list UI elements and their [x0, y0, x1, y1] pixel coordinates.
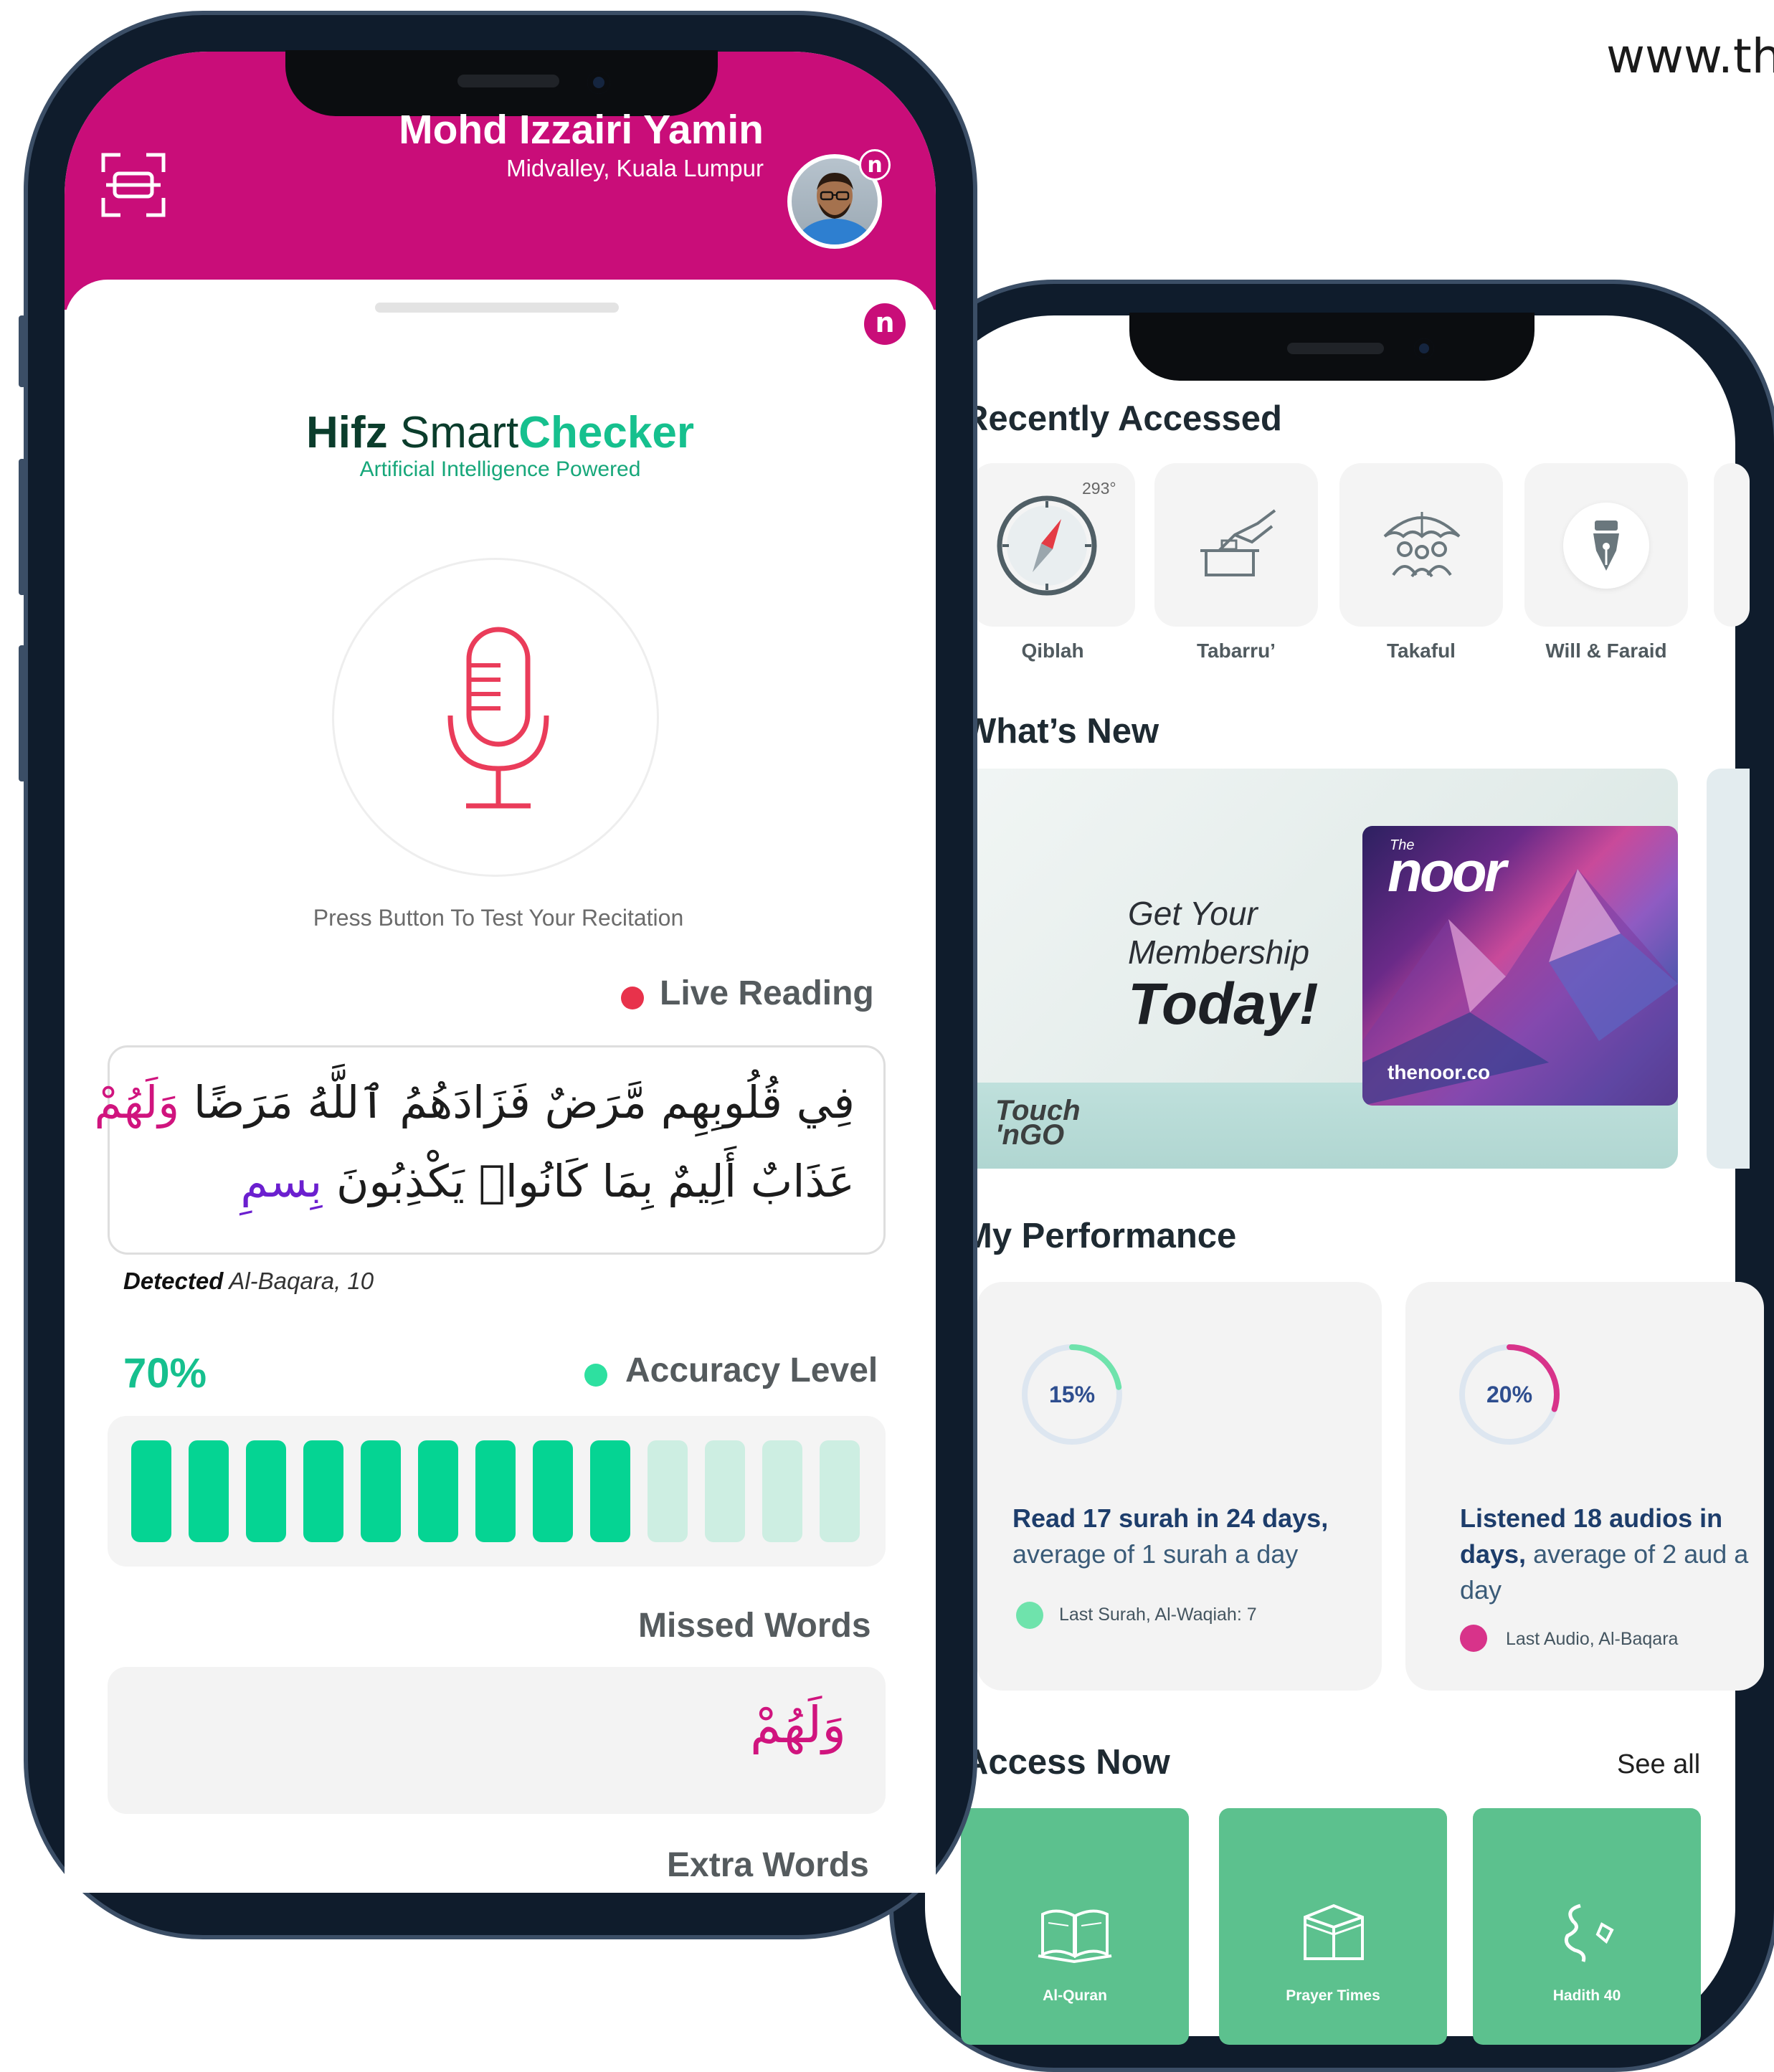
accuracy-bar: [246, 1440, 286, 1542]
listening-percent: 20%: [1486, 1382, 1533, 1407]
reading-summary: Read 17 surah in 24 days, average of 1 s…: [1012, 1503, 1329, 1569]
accuracy-bar: [131, 1440, 171, 1542]
recent-tile-tabarru[interactable]: [1154, 463, 1318, 627]
missed-words-box: وَلَهُمْ: [108, 1667, 886, 1814]
listening-status-dot: [1460, 1625, 1487, 1652]
recent-tile-next[interactable]: [1714, 463, 1750, 627]
recent-label-will-faraid: Will & Faraid: [1545, 640, 1667, 662]
recent-label-takaful: Takaful: [1387, 640, 1456, 662]
back-phone-camera: [1414, 338, 1434, 358]
card-logo: noor: [1388, 840, 1507, 903]
whats-new-title: What’s New: [963, 712, 1159, 751]
accuracy-bar: [418, 1440, 458, 1542]
accuracy-bar: [762, 1440, 802, 1542]
last-audio: Last Audio, Al-Baqara: [1506, 1629, 1679, 1649]
access-now-title: Access Now: [963, 1743, 1170, 1782]
recent-tile-qiblah[interactable]: 293°: [972, 463, 1135, 627]
mic-prompt: Press Button To Test Your Recitation: [313, 905, 684, 931]
front-phone-speaker: [457, 75, 559, 87]
arabic-calligraphy-icon: [1564, 1904, 1614, 1962]
performance-card-reading[interactable]: 15% Read 17 surah in 24 days, average of…: [977, 1282, 1382, 1691]
app-title: Hifz SmartChecker: [306, 408, 694, 457]
avatar-badge: n: [859, 149, 891, 181]
missed-words-label: Missed Words: [638, 1607, 871, 1645]
recent-label-tabarru: Tabarru’: [1197, 640, 1276, 662]
membership-banner[interactable]: Get Your Membership Today! Touch 'nGO Th…: [925, 769, 1678, 1169]
noor-logo-icon: n: [864, 303, 906, 345]
accuracy-meter: [108, 1416, 886, 1567]
back-phone-speaker: [1287, 343, 1384, 354]
umbrella-family-icon: [1383, 512, 1461, 578]
accuracy-bar: [533, 1440, 573, 1542]
user-location: Midvalley, Kuala Lumpur: [506, 155, 764, 181]
app-subtitle: Artificial Intelligence Powered: [359, 457, 641, 481]
recently-accessed-title: Recently Accessed: [963, 399, 1282, 438]
accuracy-bar: [705, 1440, 745, 1542]
live-indicator-dot: [621, 987, 644, 1009]
accuracy-label: Accuracy Level: [625, 1351, 878, 1389]
last-surah: Last Surah, Al-Waqiah: 7: [1059, 1605, 1257, 1625]
accuracy-bar: [361, 1440, 401, 1542]
banner-line-3: Today!: [1128, 971, 1319, 1037]
access-label-al-quran: Al-Quran: [1043, 1987, 1107, 2004]
see-all-link[interactable]: See all: [1617, 1749, 1700, 1780]
compass-icon: [997, 495, 1097, 596]
accuracy-percent: 70%: [123, 1350, 207, 1397]
kaaba-icon: [1304, 1904, 1364, 1960]
my-performance-title: My Performance: [963, 1217, 1237, 1255]
donation-hand-icon: [1200, 509, 1276, 576]
watermark-url: www.the: [1606, 29, 1774, 84]
live-reading-box: فِي قُلُوبِهِم مَّرَضٌ فَزَادَهُمُ ٱللَّ…: [95, 1045, 886, 1255]
noor-membership-card: The noor thenoor.co: [1362, 826, 1678, 1106]
phone-button-mute: [19, 315, 26, 387]
live-reading-label: Live Reading: [660, 974, 874, 1012]
listening-summary: Listened 18 audios in days, average of 2…: [1460, 1503, 1749, 1605]
pen-nib-icon: [1593, 521, 1619, 571]
accuracy-bar: [303, 1440, 343, 1542]
accuracy-dot: [584, 1364, 607, 1387]
card-url: thenoor.co: [1388, 1061, 1491, 1083]
touch-n-go-logo: Touch 'nGO: [995, 1095, 1081, 1151]
banner-line-1: Get Your Membership: [1128, 895, 1310, 971]
access-tile-al-quran[interactable]: Al-Quran: [961, 1808, 1189, 2045]
sheet-grabber[interactable]: [375, 303, 619, 313]
scan-icon[interactable]: [100, 152, 166, 218]
reading-percent: 15%: [1048, 1382, 1096, 1407]
microphone-icon: [447, 627, 549, 809]
next-banner-peek[interactable]: [1707, 769, 1750, 1169]
recent-tile-takaful[interactable]: [1339, 463, 1503, 627]
performance-card-listening[interactable]: 20% Listened 18 audios in days, average …: [1405, 1282, 1764, 1691]
recent-label-qiblah: Qiblah: [1021, 640, 1084, 662]
accuracy-bar: [648, 1440, 688, 1542]
access-label-prayer-times: Prayer Times: [1286, 1987, 1380, 2004]
verse-line-2: عَذَابٌ أَلِيمٌ بِمَا كَانُوا۟ يَكْذِبُو…: [240, 1155, 855, 1207]
accuracy-bar: [590, 1440, 630, 1542]
access-tile-prayer-times[interactable]: Prayer Times: [1219, 1808, 1447, 2045]
front-phone-camera: [587, 71, 610, 94]
missed-word: وَلَهُمْ: [750, 1696, 846, 1754]
accuracy-bar: [475, 1440, 516, 1542]
access-tile-hadith-40[interactable]: Hadith 40: [1473, 1808, 1701, 2045]
reading-status-dot: [1016, 1602, 1043, 1629]
extra-words-label: Extra Words: [667, 1846, 869, 1884]
user-name-text: Mohd Izzairi Yamin: [399, 107, 764, 153]
open-book-icon: [1038, 1909, 1112, 1964]
accuracy-bar: [189, 1440, 229, 1542]
phone-button-volume-down: [19, 645, 26, 781]
detected-surah: Detected Al-Baqara, 10: [123, 1268, 374, 1294]
recent-tile-will-faraid[interactable]: [1524, 463, 1688, 627]
verse-line-1: فِي قُلُوبِهِم مَّرَضٌ فَزَادَهُمُ ٱللَّ…: [94, 1076, 855, 1128]
access-label-hadith-40: Hadith 40: [1552, 1987, 1621, 2004]
accuracy-bar: [820, 1440, 860, 1542]
